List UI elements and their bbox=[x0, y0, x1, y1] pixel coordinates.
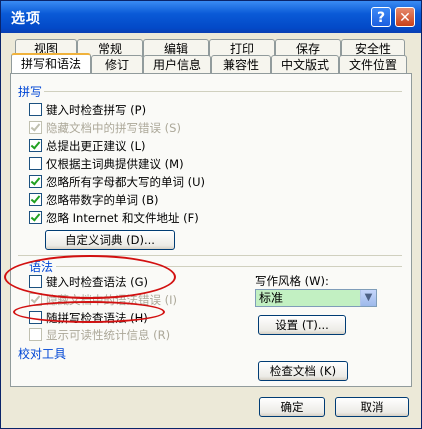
writing-style-label: 写作风格 (W): bbox=[255, 274, 329, 288]
tab-asian-typography[interactable]: 中文版式 bbox=[271, 55, 339, 73]
tab-spelling-grammar[interactable]: 拼写和语法 bbox=[11, 53, 91, 73]
checkbox[interactable] bbox=[29, 193, 42, 206]
ignore-uppercase-words[interactable]: 忽略所有字母都大写的单词 (U) bbox=[29, 174, 205, 190]
highlight-ellipse bbox=[13, 301, 165, 323]
options-dialog: 选项 ? ✕ 视图 常规 编辑 打印 保存 安全性 拼写和语法 修订 用户信息 … bbox=[0, 0, 422, 429]
check-spelling-as-you-type[interactable]: 键入时检查拼写 (P) bbox=[29, 102, 146, 118]
checkbox[interactable] bbox=[29, 139, 42, 152]
checkbox bbox=[29, 121, 42, 134]
chevron-down-icon[interactable]: ▼ bbox=[360, 290, 376, 306]
divider bbox=[44, 91, 402, 92]
writing-style-value: 标准 bbox=[259, 291, 284, 305]
tab-file-locations[interactable]: 文件位置 bbox=[339, 55, 407, 73]
checkbox[interactable] bbox=[29, 211, 42, 224]
custom-dictionaries-button[interactable]: 自定义词典 (D)... bbox=[45, 230, 175, 250]
show-readability-statistics: 显示可读性统计信息 (R) bbox=[29, 327, 170, 343]
ok-button[interactable]: 确定 bbox=[259, 397, 325, 417]
tab-track-changes[interactable]: 修订 bbox=[91, 55, 143, 73]
checkbox[interactable] bbox=[29, 103, 42, 116]
spelling-heading: 拼写 bbox=[18, 85, 43, 99]
checkbox bbox=[29, 328, 42, 341]
checkbox[interactable] bbox=[29, 157, 42, 170]
title-bar[interactable]: 选项 ? ✕ bbox=[1, 1, 421, 33]
always-suggest-corrections[interactable]: 总提出更正建议 (L) bbox=[29, 138, 146, 154]
suggest-from-main-dictionary-only[interactable]: 仅根据主词典提供建议 (M) bbox=[29, 156, 184, 172]
proofing-tools-heading: 校对工具 bbox=[18, 347, 67, 361]
ignore-internet-file-addresses[interactable]: 忽略 Internet 和文件地址 (F) bbox=[29, 210, 199, 226]
window-title: 选项 bbox=[11, 11, 41, 27]
tab-compatibility[interactable]: 兼容性 bbox=[211, 55, 271, 73]
highlight-ellipse bbox=[4, 255, 176, 299]
cancel-button[interactable]: 取消 bbox=[335, 397, 409, 417]
writing-style-select[interactable]: 标准 ▼ bbox=[255, 289, 377, 307]
help-button[interactable]: ? bbox=[371, 7, 391, 27]
hide-spelling-errors: 隐藏文档中的拼写错误 (S) bbox=[29, 120, 181, 136]
grammar-settings-button[interactable]: 设置 (T)... bbox=[258, 315, 346, 335]
tab-user-info[interactable]: 用户信息 bbox=[143, 55, 211, 73]
checkbox[interactable] bbox=[29, 175, 42, 188]
check-document-button[interactable]: 检查文档 (K) bbox=[258, 361, 348, 381]
ignore-words-with-numbers[interactable]: 忽略带数字的单词 (B) bbox=[29, 192, 159, 208]
close-button[interactable]: ✕ bbox=[395, 7, 415, 27]
